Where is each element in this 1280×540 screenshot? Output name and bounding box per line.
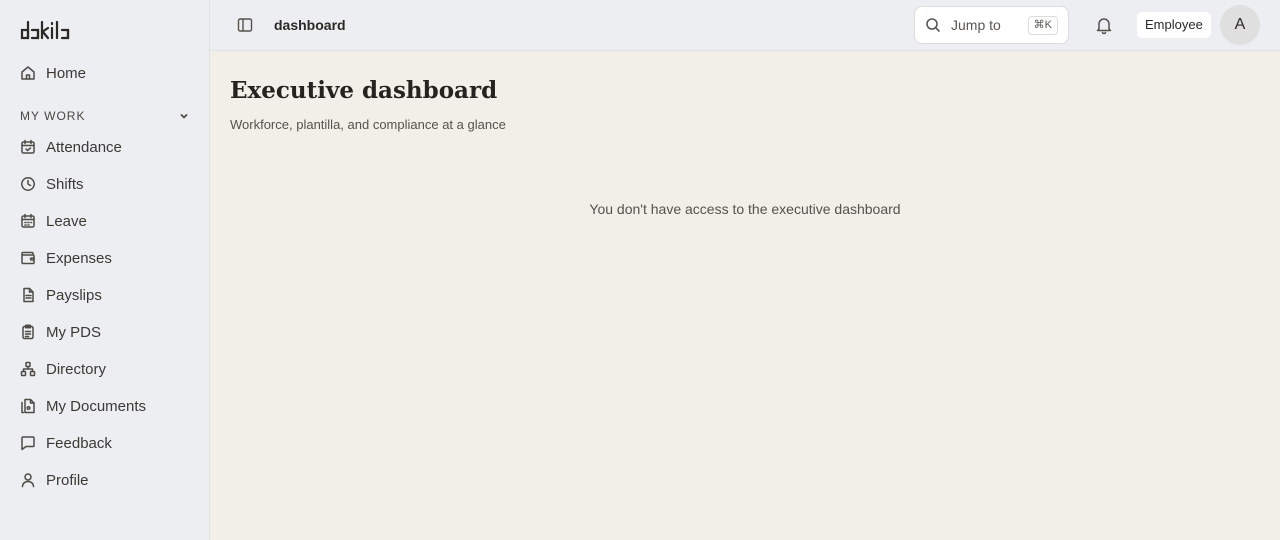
user-icon (20, 472, 36, 488)
role-switcher-button[interactable]: Employee (1137, 12, 1211, 38)
message-square-icon (20, 435, 36, 451)
home-icon (20, 65, 36, 81)
access-denied-message: You don't have access to the executive d… (589, 201, 901, 217)
avatar[interactable]: A (1220, 5, 1260, 45)
org-chart-icon (20, 361, 36, 377)
sidebar-item-label: Shifts (46, 175, 84, 193)
sidebar-item-my-documents[interactable]: My Documents (10, 391, 200, 421)
calendar-check-icon (20, 139, 36, 155)
sidebar: Home MY WORK Attendance Shifts Leave Exp… (0, 0, 210, 540)
page-title: Executive dashboard (230, 77, 498, 104)
section-label: MY WORK (20, 109, 86, 123)
sidebar-panel-icon (237, 18, 253, 32)
sidebar-item-expenses[interactable]: Expenses (10, 243, 200, 273)
dakila-logo[interactable] (20, 16, 78, 42)
jump-to-search[interactable]: Jump to ⌘K (914, 6, 1069, 44)
wallet-icon (20, 250, 36, 266)
section-my-work-toggle[interactable]: MY WORK (20, 107, 190, 125)
sidebar-item-feedback[interactable]: Feedback (10, 428, 200, 458)
sidebar-item-label: Leave (46, 212, 87, 230)
breadcrumb[interactable]: dashboard (274, 17, 346, 33)
notifications-button[interactable] (1094, 15, 1114, 35)
sidebar-item-attendance[interactable]: Attendance (10, 132, 200, 162)
sidebar-item-label: My Documents (46, 397, 147, 415)
top-bar: dashboard Jump to ⌘K Employee A (210, 0, 1280, 51)
sidebar-item-profile[interactable]: Profile (10, 465, 200, 495)
sidebar-item-payslips[interactable]: Payslips (10, 280, 200, 310)
sidebar-item-label: Profile (46, 471, 89, 489)
sidebar-item-label: Payslips (46, 286, 102, 304)
sidebar-item-label: Feedback (46, 434, 112, 452)
sidebar-item-label: Expenses (46, 249, 112, 267)
sidebar-item-label: Attendance (46, 138, 122, 156)
sidebar-item-shifts[interactable]: Shifts (10, 169, 200, 199)
bell-icon (1096, 18, 1112, 35)
sidebar-item-label: Home (46, 64, 87, 82)
sidebar-item-directory[interactable]: Directory (10, 354, 200, 384)
sidebar-item-label: My PDS (46, 323, 102, 341)
document-icon (20, 287, 36, 303)
search-icon (926, 18, 941, 33)
sidebar-item-my-pds[interactable]: My PDS (10, 317, 200, 347)
clipboard-icon (20, 324, 36, 340)
keyboard-shortcut-badge: ⌘K (1027, 16, 1058, 35)
chevron-down-icon (180, 113, 188, 119)
calendar-icon (20, 213, 36, 229)
page-subtitle: Workforce, plantilla, and compliance at … (230, 117, 506, 132)
clock-icon (20, 176, 36, 192)
sidebar-toggle-button[interactable] (236, 16, 254, 34)
sidebar-item-label: Directory (46, 360, 107, 378)
file-stack-icon (20, 398, 36, 414)
sidebar-item-leave[interactable]: Leave (10, 206, 200, 236)
search-placeholder: Jump to (951, 17, 1001, 33)
sidebar-item-home[interactable]: Home (10, 58, 200, 88)
